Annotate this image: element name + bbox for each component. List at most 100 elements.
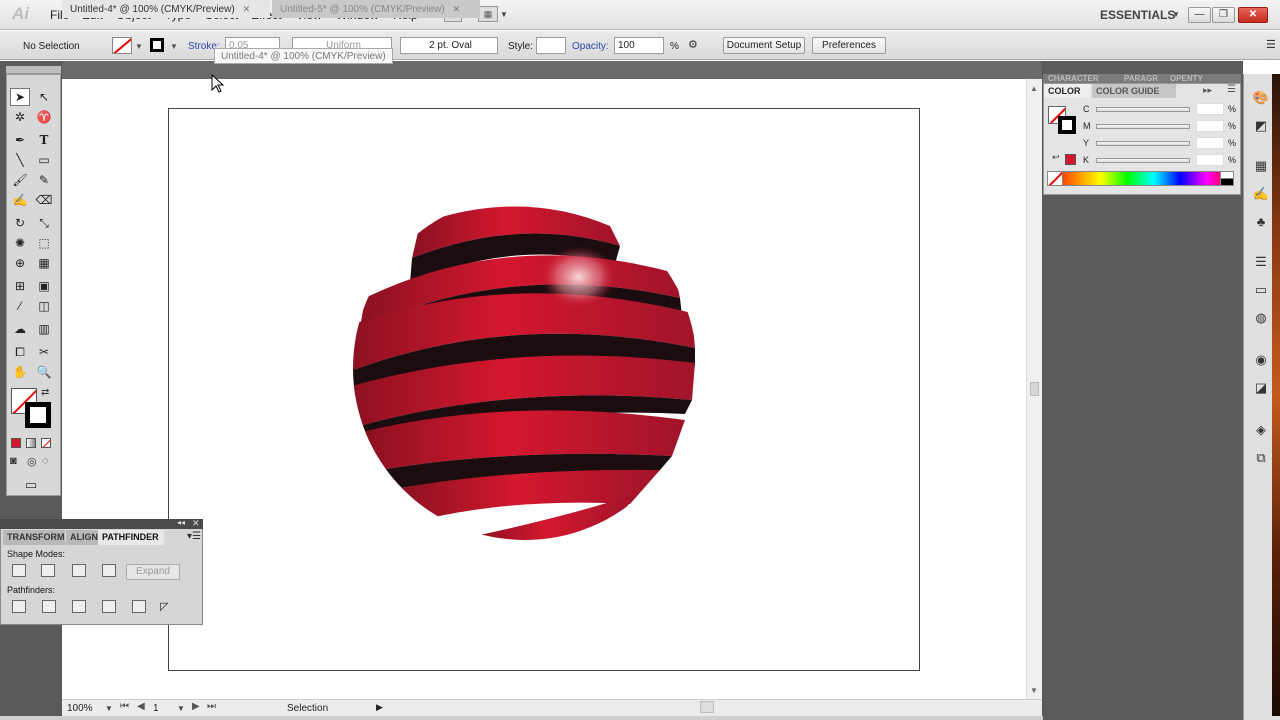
lasso-icon[interactable]: ♈ bbox=[34, 108, 54, 126]
magic-wand-icon[interactable]: ✲ bbox=[10, 108, 30, 126]
close-icon[interactable]: ✕ bbox=[453, 4, 461, 14]
perspective-grid-icon[interactable]: ▦ bbox=[34, 254, 54, 272]
pathfinder-titlebar[interactable] bbox=[0, 519, 203, 529]
type-icon[interactable]: T bbox=[34, 131, 54, 149]
artboards-panel-icon[interactable]: ⧉ bbox=[1252, 450, 1270, 466]
opacity-label[interactable]: Opacity: bbox=[572, 41, 609, 52]
vertical-scroll-thumb[interactable] bbox=[1030, 382, 1039, 396]
blend-icon[interactable]: ◫ bbox=[34, 297, 54, 315]
pen-icon[interactable]: ✒ bbox=[10, 131, 30, 149]
stroke-swatch[interactable] bbox=[150, 38, 164, 52]
close-panel-icon[interactable]: ✕ bbox=[192, 518, 200, 529]
gradient-icon[interactable]: ▣ bbox=[34, 277, 54, 295]
symbols-icon[interactable]: ♣ bbox=[1252, 214, 1270, 230]
eraser-icon[interactable]: ⌫ bbox=[34, 191, 54, 209]
status-menu-icon[interactable]: ▶ bbox=[376, 702, 383, 713]
tab-paragraph[interactable]: PARAGR bbox=[1124, 74, 1158, 83]
brush-definition[interactable]: 2 pt. Oval bbox=[400, 37, 498, 54]
style-swatch[interactable] bbox=[536, 37, 566, 54]
tab-untitled-4[interactable]: Untitled-4* @ 100% (CMYK/Preview) ✕ bbox=[62, 0, 270, 18]
paintbrush-icon[interactable]: 🖌 bbox=[10, 171, 30, 189]
color-panel-icon[interactable]: 🎨 bbox=[1252, 90, 1270, 106]
expand-panel-icon[interactable]: ▸▸ bbox=[1203, 85, 1212, 96]
brushes-icon[interactable]: ✍ bbox=[1252, 186, 1270, 202]
outline-icon[interactable] bbox=[132, 600, 146, 613]
close-icon[interactable]: ✕ bbox=[243, 4, 251, 14]
tab-untitled-5[interactable]: Untitled-5* @ 100% (CMYK/Preview) ✕ bbox=[272, 0, 480, 18]
graphic-styles-icon[interactable]: ◪ bbox=[1252, 380, 1270, 396]
recolor-artwork-icon[interactable]: ⚙ bbox=[688, 38, 708, 54]
column-graph-icon[interactable]: ▥ bbox=[34, 320, 54, 338]
draw-normal-icon[interactable]: ◙ bbox=[10, 455, 17, 467]
symbol-sprayer-icon[interactable]: ☁ bbox=[10, 320, 30, 338]
appearance-icon[interactable]: ◉ bbox=[1252, 352, 1270, 368]
opacity-field[interactable]: 100 bbox=[614, 37, 664, 54]
artboard-number[interactable]: 1 bbox=[153, 703, 159, 714]
none-mode-icon[interactable] bbox=[41, 438, 51, 448]
screen-mode-icon[interactable]: ▭ bbox=[25, 477, 37, 493]
spectrum-none-swatch[interactable] bbox=[1047, 171, 1063, 186]
tab-opentype[interactable]: OPENTY bbox=[1170, 74, 1203, 83]
hand-icon[interactable]: ✋ bbox=[10, 363, 30, 381]
current-tool-status[interactable]: Selection bbox=[287, 703, 328, 714]
color-spectrum-bar[interactable] bbox=[1047, 171, 1234, 186]
color-guide-icon[interactable]: ◩ bbox=[1252, 118, 1270, 134]
color-mode-icon[interactable] bbox=[11, 438, 21, 448]
channel-y-slider[interactable] bbox=[1096, 141, 1190, 146]
panel-menu-icon[interactable]: ▾☰ bbox=[187, 531, 201, 542]
expand-button[interactable]: Expand bbox=[126, 564, 180, 580]
horizontal-scroll-thumb[interactable] bbox=[700, 701, 714, 713]
stroke-icon[interactable]: ☰ bbox=[1252, 254, 1270, 270]
warp-icon[interactable]: ✺ bbox=[10, 234, 30, 252]
spectrum-black-white-swatch[interactable] bbox=[1220, 171, 1234, 186]
zoom-dropdown-icon[interactable]: ▼ bbox=[105, 704, 113, 713]
swatches-icon[interactable]: ▦ bbox=[1252, 158, 1270, 174]
channel-m-value[interactable] bbox=[1196, 120, 1224, 132]
scroll-up-icon[interactable]: ▲ bbox=[1030, 84, 1038, 93]
collapse-panel-icon[interactable]: ◂◂ bbox=[177, 518, 185, 527]
mesh-icon[interactable]: ⊞ bbox=[10, 277, 30, 295]
tab-pathfinder[interactable]: PATHFINDER bbox=[98, 530, 164, 545]
color-stroke-swatch[interactable] bbox=[1058, 116, 1076, 134]
minus-back-icon[interactable]: ◸ bbox=[160, 600, 174, 613]
zoom-level[interactable]: 100% bbox=[67, 703, 93, 714]
intersect-icon[interactable] bbox=[72, 564, 86, 577]
stroke-dropdown-icon[interactable]: ▼ bbox=[170, 42, 178, 51]
scroll-down-icon[interactable]: ▼ bbox=[1030, 686, 1038, 695]
pencil-icon[interactable]: ✎ bbox=[34, 171, 54, 189]
channel-k-slider[interactable] bbox=[1096, 158, 1190, 163]
out-of-gamut-icon[interactable]: ↩ bbox=[1052, 152, 1060, 163]
stroke-color-swatch[interactable] bbox=[25, 402, 51, 428]
document-setup-button[interactable]: Document Setup bbox=[723, 37, 805, 54]
tab-color[interactable]: COLOR bbox=[1044, 84, 1090, 98]
artboard-icon[interactable]: ⧠ bbox=[10, 343, 30, 361]
rotate-icon[interactable]: ↻ bbox=[10, 214, 30, 232]
trim-icon[interactable] bbox=[42, 600, 56, 613]
line-icon[interactable]: ╲ bbox=[10, 151, 30, 169]
workspace-dropdown-icon[interactable]: ▼ bbox=[1172, 10, 1180, 19]
zoom-icon[interactable]: 🔍 bbox=[34, 363, 54, 381]
merge-icon[interactable] bbox=[72, 600, 86, 613]
gradient-panel-icon[interactable]: ▭ bbox=[1252, 282, 1270, 298]
gradient-mode-icon[interactable] bbox=[26, 438, 36, 448]
free-transform-icon[interactable]: ⬚ bbox=[34, 234, 54, 252]
divide-icon[interactable] bbox=[12, 600, 26, 613]
arrange-dropdown-icon[interactable]: ▼ bbox=[500, 10, 508, 19]
transparency-icon[interactable]: ◍ bbox=[1252, 310, 1270, 326]
channel-y-value[interactable] bbox=[1196, 137, 1224, 149]
last-color-swatch[interactable] bbox=[1065, 154, 1076, 165]
direct-selection-tool-icon[interactable]: ↖ bbox=[34, 88, 54, 106]
scale-icon[interactable]: ⤡ bbox=[34, 214, 54, 232]
tab-color-guide[interactable]: COLOR GUIDE bbox=[1092, 84, 1176, 98]
preferences-button[interactable]: Preferences bbox=[812, 37, 886, 54]
panel-menu-icon[interactable]: ☰ bbox=[1227, 84, 1236, 95]
unite-icon[interactable] bbox=[12, 564, 26, 577]
channel-m-slider[interactable] bbox=[1096, 124, 1190, 129]
channel-c-slider[interactable] bbox=[1096, 107, 1190, 112]
draw-behind-icon[interactable]: ◎ bbox=[27, 455, 37, 468]
tools-panel-header[interactable] bbox=[6, 66, 61, 74]
blob-brush-icon[interactable]: ✍ bbox=[10, 191, 30, 209]
draw-inside-icon[interactable]: ◌ bbox=[42, 455, 49, 467]
shape-builder-icon[interactable]: ⊕ bbox=[10, 254, 30, 272]
restore-button[interactable]: ❐ bbox=[1212, 7, 1235, 23]
